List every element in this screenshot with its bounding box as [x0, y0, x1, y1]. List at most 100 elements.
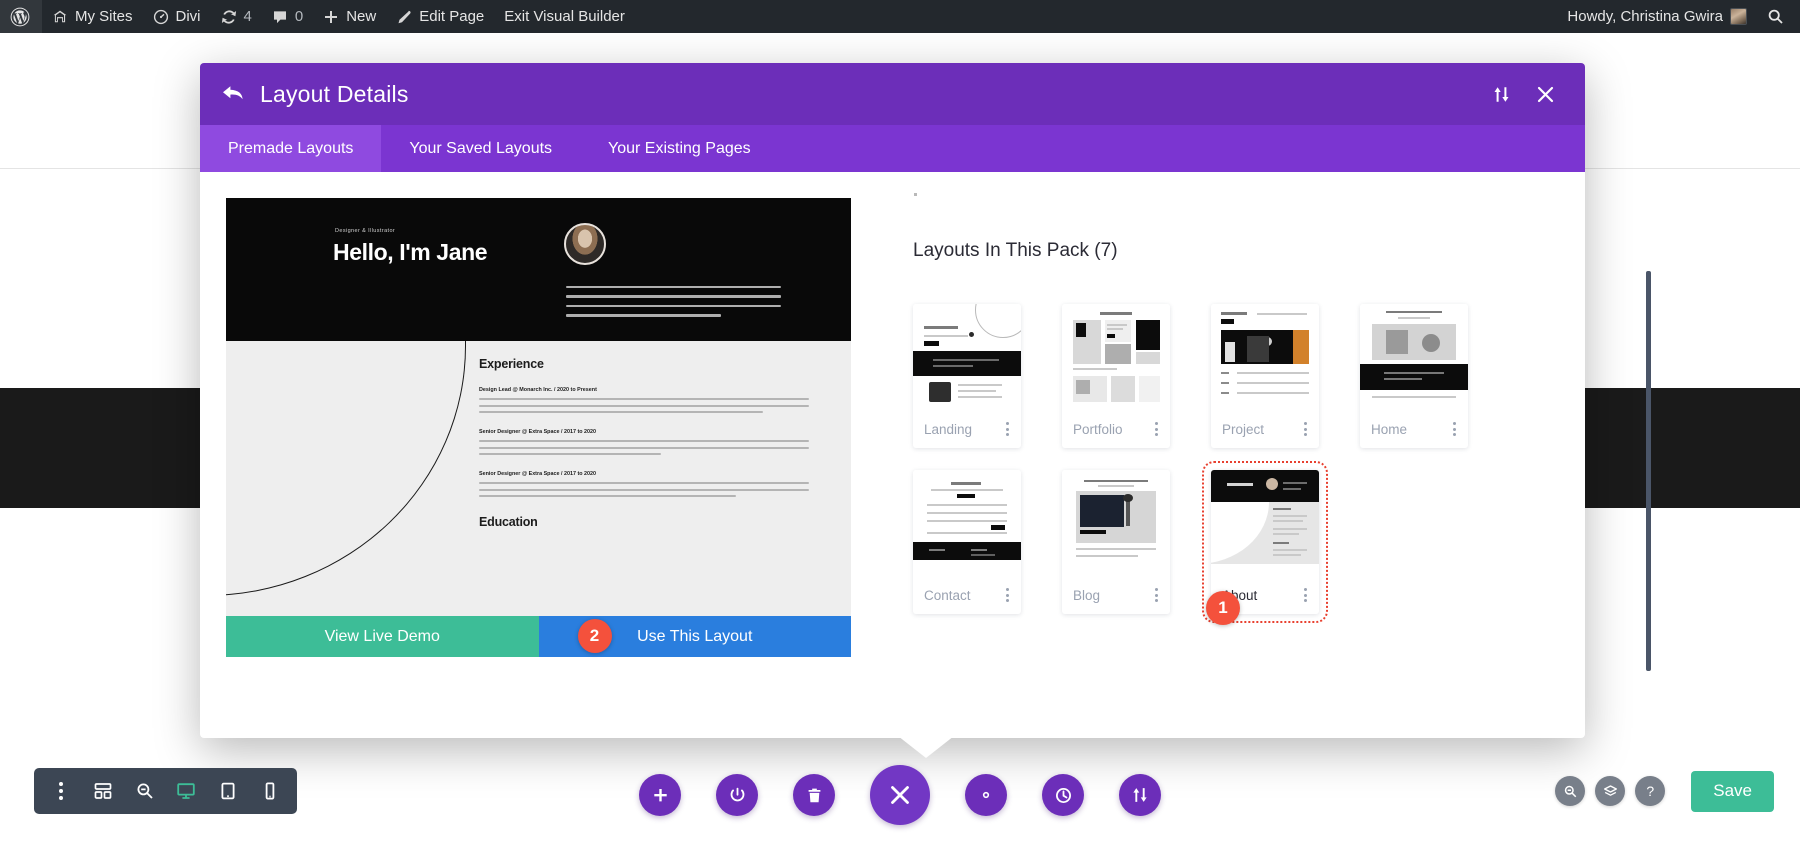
cards-scrollbar[interactable]: [1646, 271, 1651, 671]
sort-updown-icon[interactable]: [1483, 76, 1519, 112]
layouts-pack-column: Layouts In This Pack (7) Landing Portfol…: [851, 193, 1651, 738]
layout-card-footer: Portfolio: [1062, 410, 1170, 448]
add-section-button[interactable]: [639, 774, 681, 816]
close-builder-button[interactable]: [870, 765, 930, 825]
sort-updown-icon[interactable]: [1119, 774, 1161, 816]
viewport-toolbar: [34, 768, 297, 814]
adminbar-item-comments[interactable]: 0: [262, 0, 313, 33]
history-clock-icon[interactable]: [1042, 774, 1084, 816]
builder-utility-toolbar: ? Save: [1555, 768, 1774, 814]
layout-thumbnail: [1062, 470, 1170, 576]
divi-icon: [153, 9, 169, 25]
layout-card-portfolio[interactable]: Portfolio: [1062, 304, 1170, 448]
layout-thumbnail: [1211, 470, 1319, 576]
preview-hero: Designer & Illustrator Hello, I'm Jane: [226, 198, 851, 341]
adminbar-item-updates[interactable]: 4: [211, 0, 262, 33]
view-live-demo-button[interactable]: View Live Demo: [226, 616, 539, 657]
adminbar-item-divi[interactable]: Divi: [143, 0, 211, 33]
tab-your-saved-layouts[interactable]: Your Saved Layouts: [381, 125, 580, 172]
step-badge-1: 1: [1206, 591, 1240, 625]
builder-toolbar: [639, 765, 1161, 825]
layout-card-contact[interactable]: Contact: [913, 470, 1021, 614]
wireframe-icon[interactable]: [86, 774, 120, 808]
layout-card-footer: Project: [1211, 410, 1319, 448]
close-icon[interactable]: [1527, 76, 1563, 112]
layout-thumbnail: [1062, 304, 1170, 410]
tab-your-existing-pages[interactable]: Your Existing Pages: [580, 125, 779, 172]
preview-headline: Hello, I'm Jane: [333, 239, 488, 265]
wordpress-logo-icon[interactable]: [0, 0, 42, 33]
adminbar-item-new[interactable]: New: [313, 0, 386, 33]
modal-header: Layout Details: [200, 63, 1585, 125]
layout-card-home[interactable]: Home: [1360, 304, 1468, 448]
adminbar-label: New: [346, 8, 377, 25]
layout-preview-column: Designer & Illustrator Hello, I'm Jane E…: [226, 198, 851, 738]
kebab-menu-icon[interactable]: [1003, 585, 1012, 605]
back-arrow-icon[interactable]: [222, 85, 244, 103]
layout-card-label: Blog: [1073, 587, 1101, 603]
use-this-layout-button[interactable]: 2 Use This Layout: [538, 616, 851, 657]
layout-card-footer: Landing: [913, 410, 1021, 448]
kebab-menu-icon[interactable]: [1003, 419, 1012, 439]
adminbar-item-exit-visual-builder[interactable]: Exit Visual Builder: [494, 0, 635, 33]
preview-action-bar: View Live Demo 2 Use This Layout: [226, 616, 851, 657]
adminbar-label: My Sites: [75, 8, 133, 25]
adminbar-label: Divi: [175, 8, 201, 25]
gear-icon[interactable]: [965, 774, 1007, 816]
kebab-menu-icon[interactable]: [1450, 419, 1459, 439]
pencil-icon: [396, 9, 412, 25]
preview-experience-block: Experience Design Lead @ Monarch Inc. / …: [479, 357, 809, 529]
power-button[interactable]: [716, 774, 758, 816]
preview-job-title: Senior Designer @ Extra Space / 2017 to …: [479, 471, 597, 477]
layout-thumbnail: [913, 470, 1021, 576]
preview-education-heading: Education: [479, 515, 538, 529]
kebab-menu-icon[interactable]: [44, 774, 78, 808]
layout-preview-image: Designer & Illustrator Hello, I'm Jane E…: [226, 198, 851, 616]
phone-icon[interactable]: [253, 774, 287, 808]
layout-details-modal: Layout Details Premade Layouts Your Save…: [200, 63, 1651, 738]
layout-card-blog[interactable]: Blog: [1062, 470, 1170, 614]
tab-premade-layouts[interactable]: Premade Layouts: [200, 125, 382, 172]
desktop-icon[interactable]: [169, 774, 203, 808]
kebab-menu-icon[interactable]: [1152, 419, 1161, 439]
layout-card-project[interactable]: Project: [1211, 304, 1319, 448]
layout-thumbnail: [1211, 304, 1319, 410]
layout-thumbnail: [1360, 304, 1468, 410]
plus-icon: [323, 9, 339, 25]
howdy-label: Howdy, Christina Gwira: [1567, 8, 1723, 25]
zoom-out-icon[interactable]: [1555, 776, 1586, 806]
save-button[interactable]: Save: [1691, 770, 1774, 812]
preview-job-text: [479, 440, 809, 455]
preview-portrait: [564, 223, 606, 265]
adminbar-account[interactable]: Howdy, Christina Gwira: [1557, 0, 1757, 33]
kebab-menu-icon[interactable]: [1152, 585, 1161, 605]
updates-icon: [221, 9, 237, 25]
layout-card-footer: Contact: [913, 576, 1021, 614]
trash-button[interactable]: [793, 774, 835, 816]
adminbar-item-my-sites[interactable]: My Sites: [42, 0, 143, 33]
layers-icon[interactable]: [1595, 776, 1626, 806]
layout-cards-wrap: Landing Portfolio Project Home Contact B…: [913, 271, 1651, 671]
preview-eyebrow: Designer & Illustrator: [335, 228, 396, 234]
preview-experience-heading: Experience: [479, 357, 544, 371]
layout-cards-grid: Landing Portfolio Project Home Contact B…: [913, 304, 1559, 623]
layout-card-label: Project: [1222, 421, 1265, 437]
zoom-out-icon[interactable]: [128, 774, 162, 808]
modal-tabs: Premade Layouts Your Saved Layouts Your …: [200, 125, 1585, 172]
layout-card-landing[interactable]: Landing: [913, 304, 1021, 448]
step-badge-2: 2: [577, 619, 612, 653]
preview-job-title: Design Lead @ Monarch Inc. / 2020 to Pre…: [479, 387, 597, 393]
search-icon[interactable]: [1757, 0, 1800, 33]
help-icon[interactable]: ?: [1635, 776, 1666, 806]
use-this-layout-label: Use This Layout: [637, 627, 753, 645]
sites-icon: [52, 9, 68, 25]
kebab-menu-icon[interactable]: [1301, 419, 1310, 439]
kebab-menu-icon[interactable]: [1301, 585, 1310, 605]
tablet-icon[interactable]: [211, 774, 245, 808]
comments-count: 0: [294, 8, 304, 25]
layout-card-footer: Blog: [1062, 576, 1170, 614]
pack-marker-dot: [914, 193, 917, 196]
adminbar-item-edit-page[interactable]: Edit Page: [386, 0, 494, 33]
preview-hero-paragraph: [566, 286, 781, 324]
adminbar-label: Exit Visual Builder: [504, 8, 625, 25]
